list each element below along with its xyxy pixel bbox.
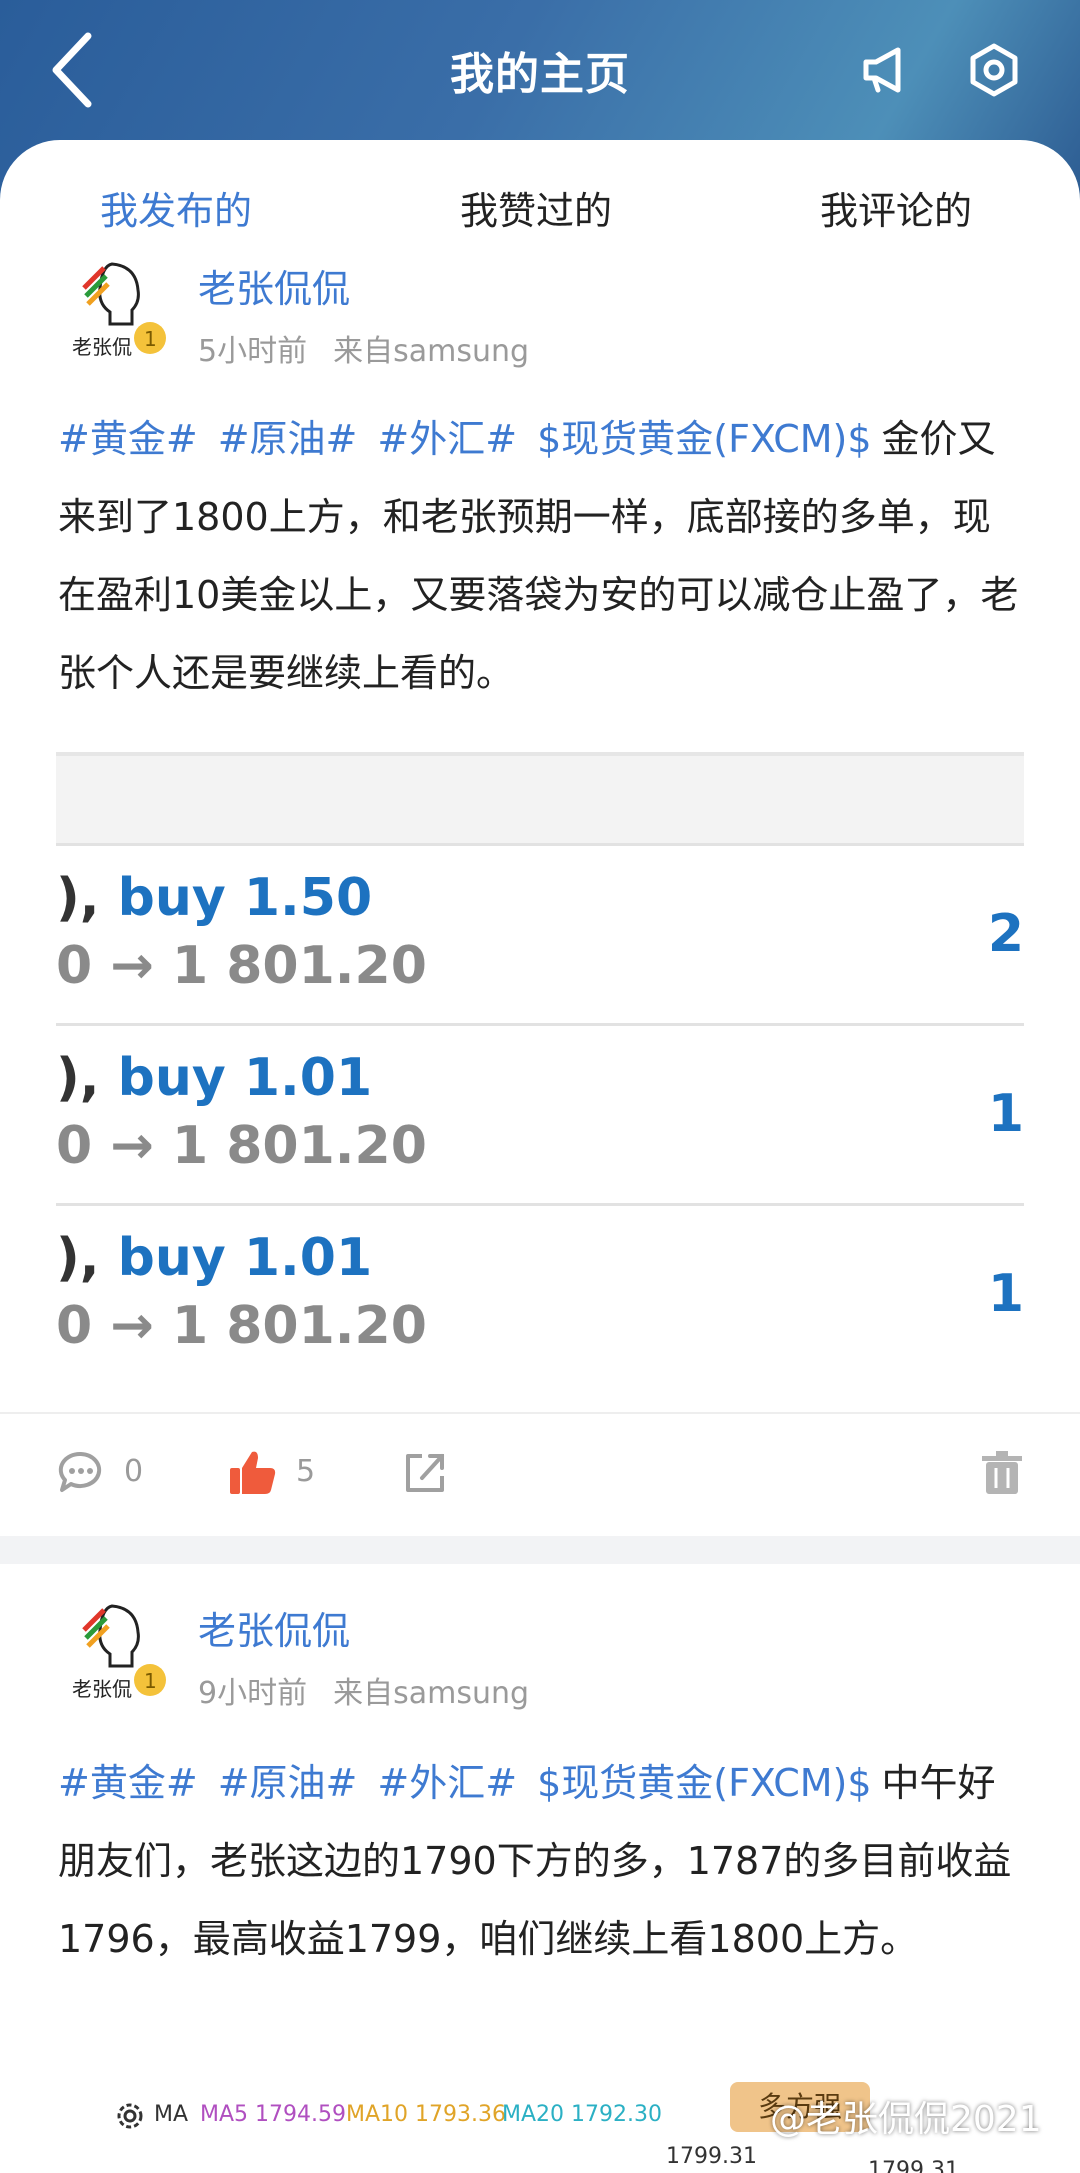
post-card: 老张侃 1 老张侃侃 9小时前 来自samsung #黄金# #原油# #外汇# $现货… (0, 0, 1080, 2173)
avatar[interactable]: 老张侃 1 (70, 1600, 170, 1710)
post-meta: 9小时前 来自samsung (198, 1668, 529, 1712)
topic-tag[interactable]: #外汇# (377, 1761, 517, 1805)
post-time: 9小时前 (198, 1676, 308, 1711)
chart-price-a: 1799.31 (666, 2144, 757, 2169)
chart-settings-gear-icon (117, 2103, 143, 2129)
chart-ma20: MA20 1792.30 (502, 2102, 662, 2127)
topic-tag[interactable]: #原油# (218, 1761, 358, 1805)
chart-ma5: MA5 1794.59 (200, 2102, 346, 2127)
post-content: #黄金# #原油# #外汇# $现货黄金(FXCM)$ 中午好朋友们，老张这边的1790… (58, 1744, 1028, 1978)
watermark: @老张侃侃2021 (770, 2099, 1042, 2140)
chart-ma-label: MA (154, 2102, 189, 2127)
stock-tag[interactable]: $现货黄金(FXCM)$ (537, 1761, 871, 1805)
level-badge: 1 (144, 1669, 157, 1693)
post-source: 来自samsung (333, 1676, 530, 1711)
topic-tag[interactable]: #黄金# (58, 1761, 198, 1805)
chart-ma10: MA10 1793.36 (346, 2102, 506, 2127)
post-username[interactable]: 老张侃侃 (198, 1600, 350, 1655)
avatar-text: 老张侃 (72, 1677, 132, 1701)
chart-price-b: 1799.31 (868, 2158, 959, 2173)
